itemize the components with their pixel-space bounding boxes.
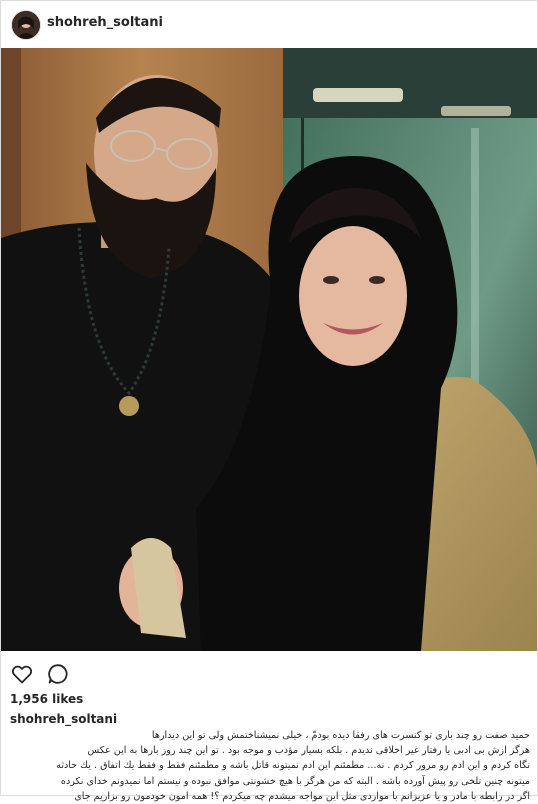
caption-line: اگر در رابطه با مادر و یا عزیزانم با موا… [74,790,530,802]
comment-icon[interactable] [46,662,70,686]
likes-count[interactable]: 1,956 likes [10,692,83,706]
post-header: shohreh_soltani [1,1,537,47]
caption-username[interactable]: shohreh_soltani [10,712,530,728]
caption-line: هرگز ازش بی ادبی یا رفتار غیر اخلاقی ندی… [87,745,530,757]
heart-icon[interactable] [10,662,34,686]
post-photo-illustration [1,48,537,651]
post-actions [1,656,537,688]
header-username[interactable]: shohreh_soltani [47,15,163,30]
instagram-post: shohreh_soltani 1,956 likes shohreh_solt… [0,0,538,802]
avatar[interactable] [11,10,41,40]
avatar-image [12,11,40,39]
post-caption: shohreh_soltani حمید صفت رو چند باری تو … [10,712,530,804]
caption-line: نگاه کردم و این ادم رو مرور کردم . نه...… [56,760,530,772]
caption-line: حمید صفت رو چند باری تو کنسرت های رفقا د… [151,730,530,741]
caption-line: میتونه چنین تلخی رو پیش آورده باشه . الب… [60,775,530,787]
post-image[interactable] [1,48,537,651]
